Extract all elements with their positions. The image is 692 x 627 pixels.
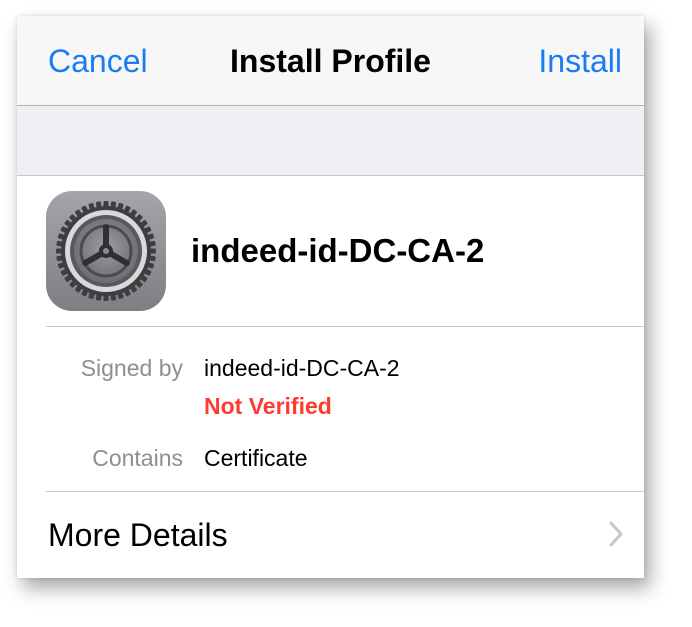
contains-label: Contains — [92, 445, 183, 471]
contains-value: Certificate — [204, 445, 308, 471]
profile-name: indeed-id-DC-CA-2 — [191, 232, 485, 269]
install-profile-screen: Cancel Install Profile Install indeed-id… — [17, 16, 644, 578]
more-details-row[interactable]: More Details — [17, 492, 644, 578]
more-details-label: More Details — [48, 517, 228, 553]
profile-details-card: indeed-id-DC-CA-2 Signed by indeed-id-DC… — [17, 176, 644, 578]
signed-by-value: indeed-id-DC-CA-2 — [204, 355, 400, 381]
section-spacer — [17, 106, 644, 176]
install-button[interactable]: Install — [538, 42, 622, 80]
signed-by-label: Signed by — [80, 355, 183, 381]
verification-status: Not Verified — [204, 393, 332, 419]
divider — [46, 326, 644, 327]
settings-gear-icon — [46, 191, 166, 311]
chevron-right-icon — [609, 521, 623, 547]
navigation-bar: Cancel Install Profile Install — [17, 16, 644, 106]
profile-header: indeed-id-DC-CA-2 — [17, 176, 644, 326]
